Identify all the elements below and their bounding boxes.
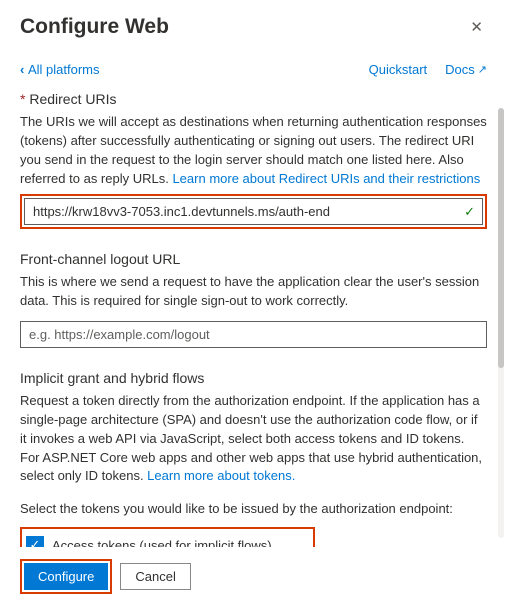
docs-link[interactable]: Docs↗ — [445, 62, 487, 77]
implicit-grant-title: Implicit grant and hybrid flows — [20, 370, 487, 386]
scrollbar-thumb[interactable] — [498, 108, 504, 368]
logout-url-section: Front-channel logout URL This is where w… — [20, 251, 487, 348]
scrollbar-track[interactable] — [498, 108, 504, 538]
configure-button-highlight: Configure — [20, 559, 112, 594]
configure-button[interactable]: Configure — [24, 563, 108, 590]
redirect-uri-input[interactable] — [24, 198, 483, 225]
close-icon[interactable]: ✕ — [466, 14, 487, 40]
implicit-grant-description: Request a token directly from the author… — [20, 392, 487, 486]
cancel-button[interactable]: Cancel — [120, 563, 190, 590]
redirect-uris-title-text: Redirect URIs — [29, 91, 116, 107]
select-tokens-prompt: Select the tokens you would like to be i… — [20, 500, 487, 519]
external-link-icon: ↗ — [478, 63, 487, 76]
tokens-learn-more-link[interactable]: Learn more about tokens. — [147, 468, 295, 483]
logout-url-description: This is where we send a request to have … — [20, 273, 487, 311]
docs-link-label: Docs — [445, 62, 475, 77]
implicit-grant-section: Implicit grant and hybrid flows Request … — [20, 370, 487, 573]
redirect-uri-highlight: ✓ — [20, 194, 487, 229]
redirect-learn-more-link[interactable]: Learn more about Redirect URIs and their… — [172, 171, 480, 186]
redirect-uris-description: The URIs we will accept as destinations … — [20, 113, 487, 188]
logout-url-input[interactable] — [20, 321, 487, 348]
content-scroll-area: * Redirect URIs The URIs we will accept … — [0, 83, 507, 573]
footer-actions: Configure Cancel — [0, 547, 507, 608]
quickstart-link[interactable]: Quickstart — [369, 62, 428, 77]
panel-title: Configure Web — [20, 15, 169, 39]
logout-url-title: Front-channel logout URL — [20, 251, 487, 267]
required-star-icon: * — [20, 91, 25, 107]
redirect-uris-section: * Redirect URIs The URIs we will accept … — [20, 91, 487, 229]
redirect-uris-title: * Redirect URIs — [20, 91, 487, 107]
checkmark-icon: ✓ — [464, 204, 475, 220]
back-all-platforms-link[interactable]: All platforms — [20, 62, 99, 77]
